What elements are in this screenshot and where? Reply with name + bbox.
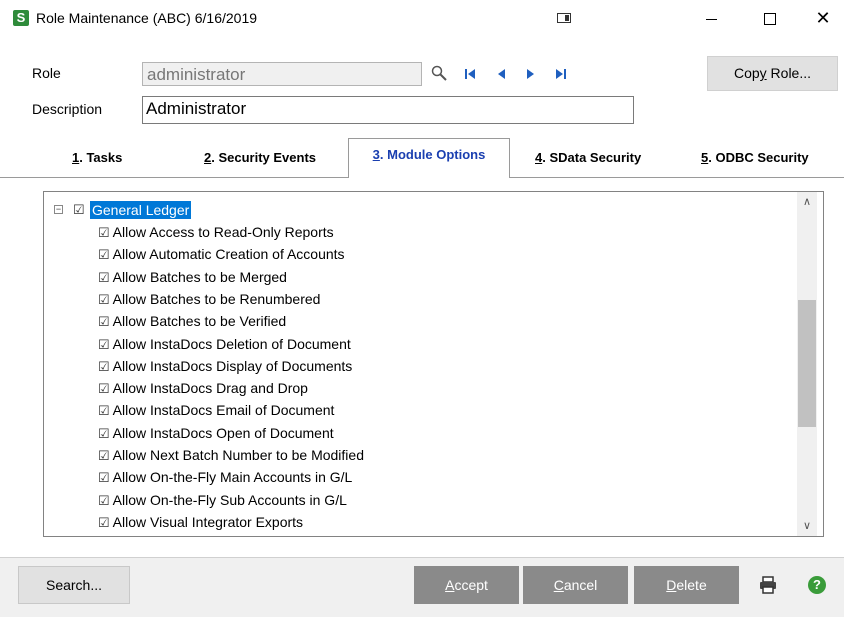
tree-item-label: Allow Batches to be Merged — [112, 268, 287, 285]
minimize-icon — [705, 18, 717, 20]
cancel-button[interactable]: Cancel — [523, 566, 628, 604]
previous-record-icon[interactable] — [494, 66, 510, 82]
title-bar: S Role Maintenance (ABC) 6/16/2019 ✕ — [0, 0, 844, 36]
delete-button[interactable]: Delete — [634, 566, 739, 604]
copy-role-button[interactable]: Copy Role... — [707, 56, 838, 91]
tree-item-checkbox[interactable]: ☑ — [98, 289, 110, 311]
delete-label: elete — [676, 577, 707, 593]
tab-module-options-label: . Module Options — [379, 147, 486, 162]
cancel-label: ancel — [563, 577, 598, 593]
description-label: Description — [32, 101, 103, 117]
lookup-search-icon[interactable] — [431, 65, 447, 81]
collapse-icon[interactable]: − — [54, 205, 63, 214]
tree-item[interactable]: ☑ Allow On-the-Fly Sub Accounts in G/L — [98, 489, 347, 511]
tree-item[interactable]: ☑ Allow Batches to be Merged — [98, 266, 287, 288]
help-icon[interactable]: ? — [808, 576, 826, 594]
tab-security-events-label: . Security Events — [211, 150, 317, 165]
tree-item[interactable]: ☑ Allow Access to Read-Only Reports — [98, 221, 334, 243]
last-record-icon[interactable] — [553, 66, 569, 82]
tab-module-options-number: 3 — [372, 147, 380, 162]
tree-item-label: Allow On-the-Fly Main Accounts in G/L — [112, 469, 353, 486]
first-record-icon[interactable] — [462, 66, 478, 82]
printer-icon[interactable] — [758, 575, 778, 595]
minimize-button[interactable] — [688, 4, 734, 32]
tree-item-checkbox[interactable]: ☑ — [98, 356, 110, 378]
tree-item[interactable]: ☑ Allow InstaDocs Deletion of Document — [98, 333, 351, 355]
tree-item[interactable]: ☑ Allow Batches to be Verified — [98, 310, 286, 332]
tree-item-label: Allow Access to Read-Only Reports — [112, 224, 334, 240]
tree-item[interactable]: ☑ Allow InstaDocs Open of Document — [98, 422, 334, 444]
tab-odbc-security-label: . ODBC Security — [708, 150, 809, 165]
tree-item-checkbox[interactable]: ☑ — [98, 445, 110, 467]
tree-item-checkbox[interactable]: ☑ — [98, 222, 110, 244]
scrollbar-thumb[interactable] — [798, 300, 816, 427]
next-record-icon[interactable] — [522, 66, 538, 82]
close-button[interactable]: ✕ — [800, 4, 844, 32]
scroll-up-icon[interactable]: ∧ — [797, 192, 817, 212]
tab-tasks[interactable]: 1. Tasks — [72, 150, 122, 165]
tree-item[interactable]: ☑ Allow Batches to be Renumbered — [98, 288, 320, 310]
tree-item-checkbox[interactable]: ☑ — [98, 267, 110, 289]
copy-role-label-post: Role... — [766, 65, 812, 81]
tree-item[interactable]: ☑ Allow Visual Integrator Exports — [98, 511, 303, 533]
sage-app-icon: S — [13, 10, 29, 26]
tree-item[interactable]: ☑ Allow InstaDocs Drag and Drop — [98, 377, 308, 399]
tree-item-checkbox[interactable]: ☑ — [98, 311, 110, 333]
tree-item[interactable]: ☑ Allow Automatic Creation of Accounts — [98, 243, 345, 265]
close-icon: ✕ — [815, 8, 831, 28]
tree-item-label: Allow On-the-Fly Sub Accounts in G/L — [112, 491, 347, 508]
tab-module-options[interactable]: 3. Module Options — [348, 138, 510, 178]
tab-sdata-security[interactable]: 4. SData Security — [535, 150, 641, 165]
cancel-accelerator: C — [553, 577, 564, 593]
tree-item-label: Allow Batches to be Renumbered — [112, 290, 321, 307]
tree-item-label: Allow Automatic Creation of Accounts — [112, 246, 345, 263]
tree-item-checkbox[interactable]: ☑ — [98, 244, 110, 266]
tree-item-label: Allow Batches to be Verified — [112, 313, 287, 330]
tree-item[interactable]: ☑ Allow On-the-Fly Main Accounts in G/L — [98, 466, 352, 488]
role-field[interactable]: administrator — [142, 62, 422, 86]
tree-item-checkbox[interactable]: ☑ — [98, 378, 110, 400]
tree-item-checkbox[interactable]: ☑ — [98, 490, 110, 512]
delete-accelerator: D — [666, 577, 677, 593]
tab-odbc-security[interactable]: 5. ODBC Security — [701, 150, 809, 165]
tree-item[interactable]: ☑ Allow InstaDocs Display of Documents — [98, 355, 352, 377]
tree-item-label: Allow InstaDocs Open of Document — [112, 424, 334, 441]
tree-item-label: Allow Visual Integrator Exports — [112, 513, 304, 530]
tree-item-label: Allow InstaDocs Display of Documents — [112, 357, 353, 374]
tree-item-checkbox[interactable]: ☑ — [98, 334, 110, 356]
accept-button[interactable]: Accept — [414, 566, 519, 604]
tree-item-label: Allow InstaDocs Drag and Drop — [112, 380, 308, 397]
maximize-icon — [764, 13, 776, 26]
tab-tasks-label: . Tasks — [79, 150, 123, 165]
maximize-button[interactable] — [747, 4, 793, 32]
tree-item-label: Allow Next Batch Number to be Modified — [112, 447, 364, 463]
general-ledger-checkbox[interactable]: ☑ — [73, 200, 85, 220]
accept-label: ccept — [454, 577, 488, 593]
copy-role-label-pre: Cop — [733, 65, 760, 81]
window-title: Role Maintenance (ABC) 6/16/2019 — [36, 10, 258, 26]
tree-item-checkbox[interactable]: ☑ — [98, 467, 110, 489]
tree-item[interactable]: ☑ Allow InstaDocs Email of Document — [98, 399, 334, 421]
description-field[interactable]: Administrator — [142, 96, 634, 124]
tree-item-checkbox[interactable]: ☑ — [98, 423, 110, 445]
role-label: Role — [32, 65, 61, 81]
tree-item-label: Allow InstaDocs Email of Document — [112, 402, 335, 419]
search-button[interactable]: Search... — [18, 566, 130, 604]
tree-scrollbar[interactable]: ∧ ∨ — [797, 192, 817, 536]
tree-item-checkbox[interactable]: ☑ — [98, 512, 110, 534]
tab-sdata-security-label: . SData Security — [542, 150, 642, 165]
general-ledger-label[interactable]: General Ledger — [90, 201, 192, 219]
tree-item-label: Allow InstaDocs Deletion of Document — [112, 335, 351, 352]
copy-role-accelerator: y — [759, 65, 767, 81]
tree-item[interactable]: ☑ Allow Next Batch Number to be Modified — [98, 444, 364, 466]
dock-panel-icon[interactable] — [557, 13, 571, 23]
tab-security-events[interactable]: 2. Security Events — [204, 150, 316, 165]
module-options-tree[interactable]: − ☑ General Ledger ☑ Allow Access to Read… — [43, 191, 824, 537]
tree-item-checkbox[interactable]: ☑ — [98, 400, 110, 422]
scroll-down-icon[interactable]: ∨ — [797, 516, 817, 536]
